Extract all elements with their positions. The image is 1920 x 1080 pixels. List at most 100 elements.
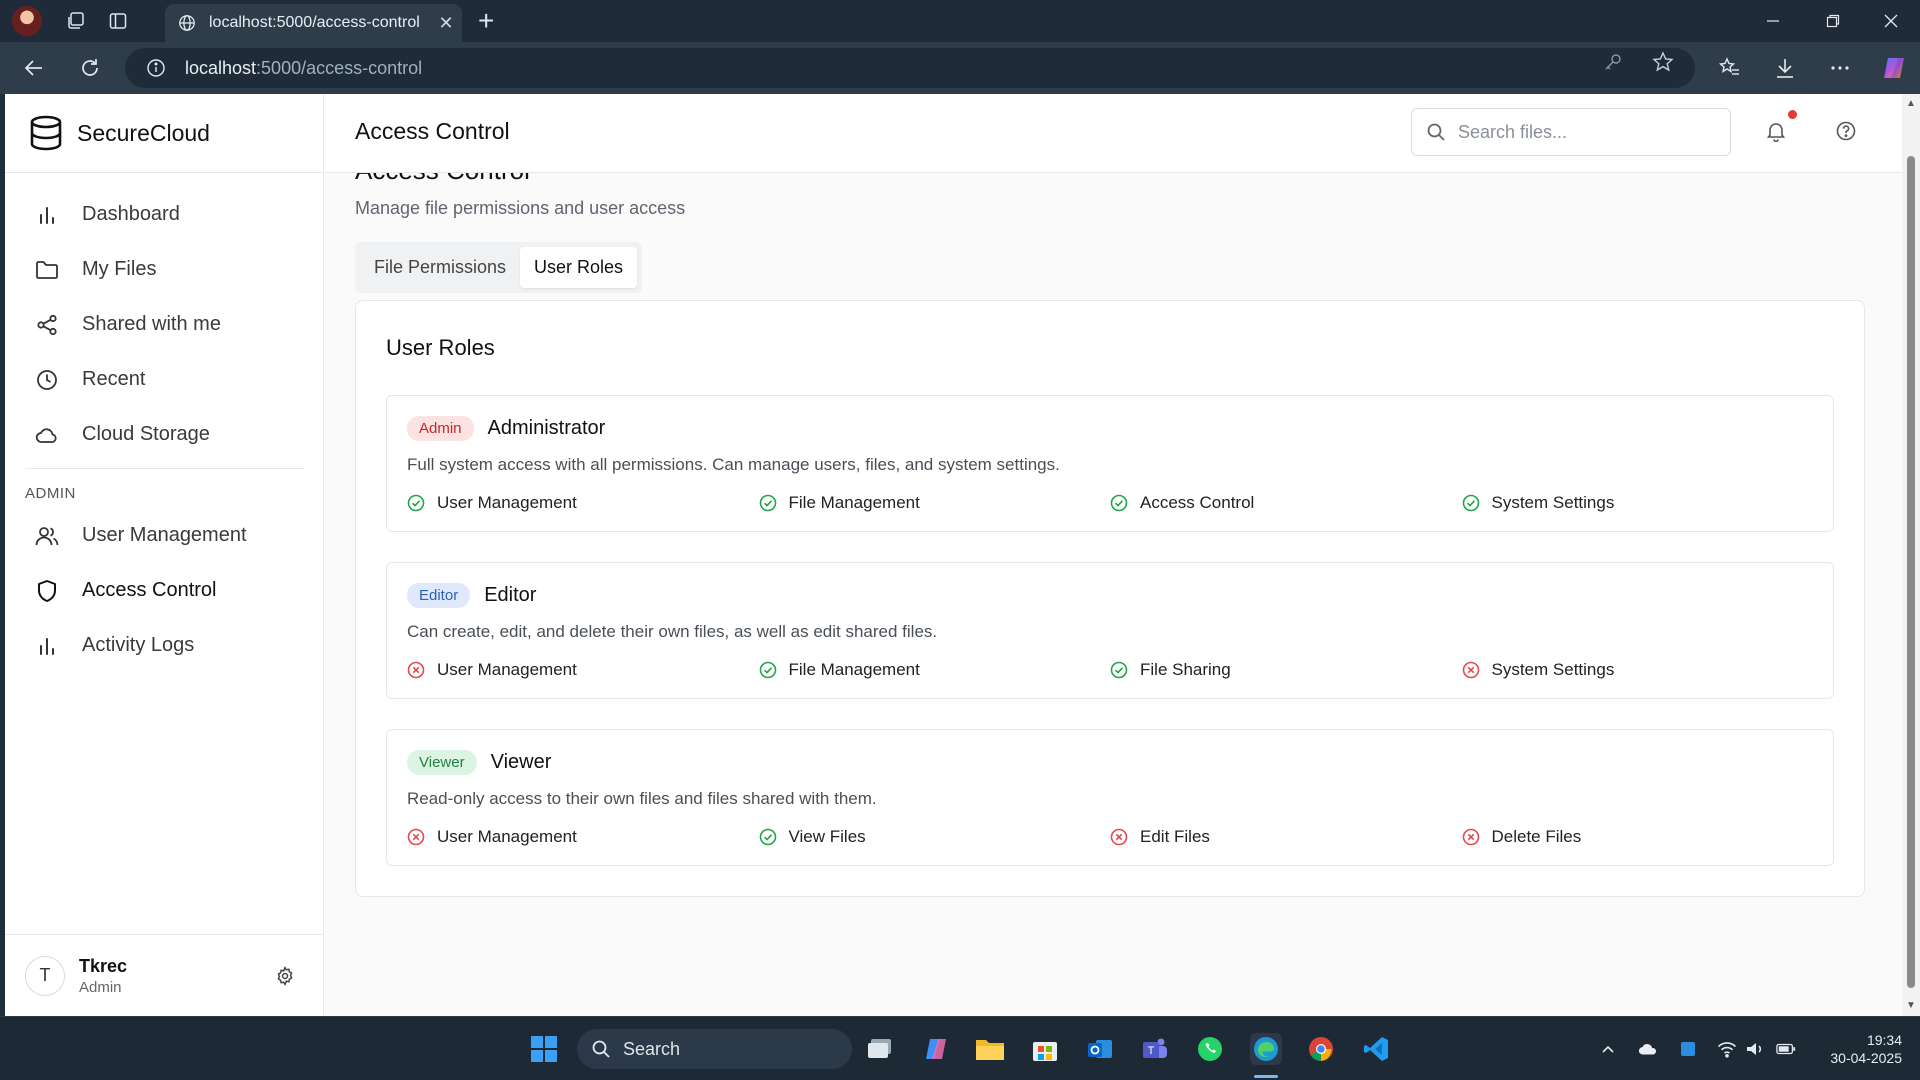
sidebar-item-cloud-storage[interactable]: Cloud Storage (25, 407, 297, 462)
taskbar-search-label: Search (623, 1038, 681, 1059)
x-circle-icon (1110, 828, 1128, 846)
chevron-up-icon[interactable] (1598, 1039, 1618, 1059)
volume-icon[interactable] (1745, 1039, 1765, 1059)
sidebar-item-label: Dashboard (82, 203, 180, 225)
sidebar-item-label: Cloud Storage (82, 423, 210, 445)
copilot-icon[interactable] (1880, 54, 1908, 82)
gear-icon[interactable] (272, 963, 298, 989)
check-circle-icon (1110, 661, 1128, 679)
globe-icon (177, 13, 197, 33)
folder-icon (34, 257, 60, 283)
teams-icon[interactable]: T (1139, 1033, 1171, 1065)
permission-label: User Management (437, 660, 577, 679)
sidebar-item-label: Recent (82, 368, 146, 390)
check-circle-icon (759, 661, 777, 679)
defender-icon[interactable] (1678, 1039, 1698, 1059)
more-options-icon[interactable] (1828, 56, 1852, 80)
microsoft-store-icon[interactable] (1029, 1033, 1061, 1065)
url-host: localhost (185, 57, 257, 78)
favorite-star-icon[interactable] (1651, 50, 1675, 74)
copilot-app-icon[interactable] (920, 1033, 952, 1065)
permission-item: Edit Files (1110, 827, 1462, 847)
search-box[interactable] (1411, 108, 1731, 156)
sidebar-item-my-files[interactable]: My Files (25, 242, 297, 297)
task-view-icon[interactable] (864, 1033, 896, 1065)
sidebar-item-user-management[interactable]: User Management (25, 508, 297, 563)
sidebar-item-activity-logs[interactable]: Activity Logs (25, 618, 297, 673)
bell-icon[interactable] (1765, 120, 1787, 142)
page-scrollbar[interactable]: ▲ ▼ (1902, 94, 1920, 1016)
permission-item: Access Control (1110, 493, 1462, 513)
scrollbar-thumb[interactable] (1907, 156, 1915, 988)
reload-button[interactable] (76, 54, 104, 82)
role-badge-admin: Admin (407, 416, 474, 441)
browser-profile-avatar[interactable] (12, 6, 42, 36)
clock-icon (34, 367, 60, 393)
windows-start-icon[interactable] (528, 1033, 560, 1065)
sidebar: SecureCloud Dashboard My Files Shared wi… (5, 94, 324, 1016)
clock-date: 30-04-2025 (1830, 1050, 1902, 1066)
search-input[interactable] (1458, 121, 1718, 143)
sidebar-item-label: My Files (82, 258, 157, 280)
browser-tab-bar: localhost:5000/access-control ✕ + (0, 0, 1920, 42)
outlook-icon[interactable] (1084, 1033, 1116, 1065)
file-explorer-icon[interactable] (974, 1033, 1006, 1065)
close-tab-icon[interactable]: ✕ (430, 13, 462, 34)
brand[interactable]: SecureCloud (5, 94, 323, 173)
wifi-icon[interactable] (1717, 1039, 1737, 1059)
browser-tab-active[interactable]: localhost:5000/access-control ✕ (165, 4, 462, 42)
onedrive-icon[interactable] (1638, 1039, 1658, 1059)
tab-list: File Permissions User Roles (355, 242, 643, 293)
back-button[interactable] (20, 54, 48, 82)
role-name: Editor (484, 584, 537, 606)
taskbar-search[interactable]: Search (577, 1029, 852, 1069)
whatsapp-icon[interactable] (1194, 1033, 1226, 1065)
user-roles-card: User Roles Admin Administrator Full syst… (355, 300, 1865, 897)
new-tab-button[interactable]: + (478, 7, 494, 35)
url-bar[interactable]: localhost:5000/access-control (125, 48, 1695, 88)
page-viewport: SecureCloud Dashboard My Files Shared wi… (5, 94, 1920, 1016)
chrome-icon[interactable] (1305, 1033, 1337, 1065)
permission-item: Delete Files (1462, 827, 1814, 847)
tab-file-permissions[interactable]: File Permissions (360, 247, 520, 288)
sidebar-item-access-control[interactable]: Access Control (25, 563, 297, 618)
role-editor: Editor Editor Can create, edit, and dele… (386, 562, 1834, 699)
help-icon[interactable] (1835, 120, 1857, 142)
workspaces-icon[interactable] (64, 9, 88, 33)
x-circle-icon (407, 828, 425, 846)
site-info-icon[interactable] (145, 57, 167, 79)
battery-icon[interactable] (1776, 1039, 1796, 1059)
downloads-icon[interactable] (1773, 56, 1797, 80)
role-badge-viewer: Viewer (407, 750, 477, 775)
main-content: Access Control Manage file permissions a… (325, 155, 1902, 1016)
permission-item: System Settings (1462, 660, 1814, 680)
sidebar-item-label: Activity Logs (82, 634, 195, 656)
scroll-down-arrow-icon[interactable]: ▼ (1905, 1000, 1917, 1012)
permission-label: File Management (788, 493, 920, 512)
user-meta: Tkrec Admin (79, 956, 272, 996)
check-circle-icon (759, 494, 777, 512)
bar-chart-icon (34, 633, 60, 659)
minimize-window-button[interactable] (1750, 7, 1796, 35)
sidebar-item-recent[interactable]: Recent (25, 352, 297, 407)
vertical-tabs-icon[interactable] (106, 9, 130, 33)
permission-item: File Management (759, 493, 1111, 513)
sidebar-item-dashboard[interactable]: Dashboard (25, 187, 297, 242)
edge-browser-icon[interactable] (1250, 1033, 1282, 1065)
vscode-icon[interactable] (1360, 1033, 1392, 1065)
system-clock[interactable]: 19:34 30-04-2025 (1812, 1031, 1902, 1067)
role-name: Viewer (490, 751, 552, 773)
avatar[interactable]: T (25, 955, 65, 996)
tab-user-roles[interactable]: User Roles (520, 247, 638, 288)
check-circle-icon (759, 828, 777, 846)
restore-window-button[interactable] (1810, 7, 1856, 35)
permission-label: Edit Files (1140, 827, 1210, 846)
close-window-button[interactable] (1868, 7, 1914, 35)
permission-item: User Management (407, 493, 759, 513)
browser-tab-title: localhost:5000/access-control (209, 14, 420, 31)
permission-list: User Management File Management Access C… (407, 493, 1813, 513)
favorites-icon[interactable] (1718, 56, 1742, 80)
scroll-up-arrow-icon[interactable]: ▲ (1905, 98, 1917, 110)
password-key-icon[interactable] (1601, 50, 1625, 74)
sidebar-item-shared-with-me[interactable]: Shared with me (25, 297, 297, 352)
